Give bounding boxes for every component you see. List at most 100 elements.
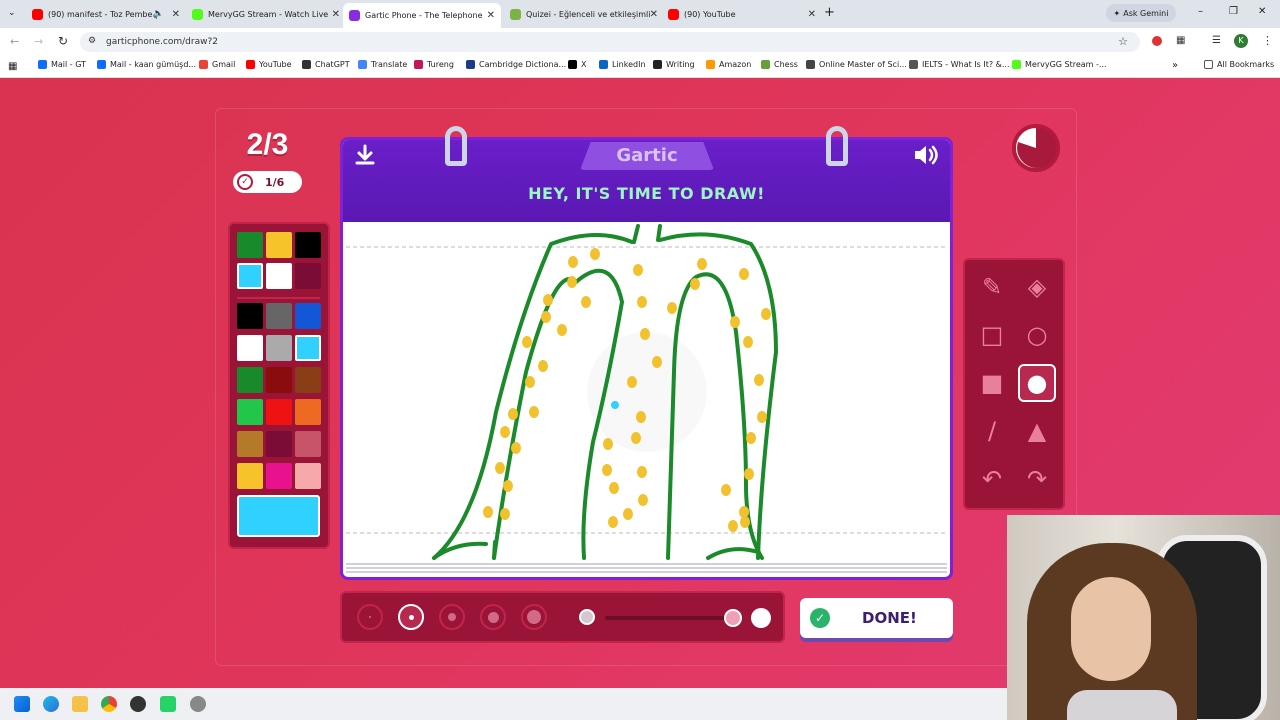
bookmark-11[interactable]: Writing [653,60,695,69]
ellipse-outline-icon[interactable]: ○ [1018,316,1056,354]
reload-icon[interactable]: ↻ [58,34,68,48]
close-tab-5-icon[interactable]: ✕ [808,9,816,20]
color-swatch[interactable] [266,367,292,393]
bookmark-6[interactable]: Translate [358,60,407,69]
color-swatch[interactable] [295,399,321,425]
windows-start-icon[interactable] [14,696,30,712]
close-tab-3-icon[interactable]: ✕ [487,10,495,21]
bookmark-8[interactable]: Cambridge Dictiona... [466,60,566,69]
brush-size-button[interactable] [480,604,506,630]
color-swatch[interactable] [295,232,321,258]
brush-size-button[interactable] [398,604,424,630]
rectangle-fill-icon[interactable]: ■ [973,364,1011,402]
bookmark-15[interactable]: IELTS - What Is It? &... [909,60,1010,69]
close-tab-4-icon[interactable]: ✕ [650,9,658,20]
line-icon[interactable]: ∕ [973,412,1011,450]
bookmark-star-icon[interactable]: ☆ [1118,35,1128,48]
bookmark-10[interactable]: LinkedIn [599,60,646,69]
bookmark-16[interactable]: MervyGG Stream -... [1012,60,1107,69]
chrome-icon[interactable] [101,696,117,712]
tab-2[interactable]: MervyGG Stream - Watch Live ✕ [186,3,346,25]
restore-icon[interactable]: ❐ [1229,6,1238,17]
bookmark-5[interactable]: ChatGPT [302,60,350,69]
close-window-icon[interactable]: ✕ [1258,6,1266,17]
drawing-canvas[interactable] [346,222,947,561]
brush-size-button[interactable] [439,604,465,630]
bookmark-7[interactable]: Tureng [414,60,454,69]
site-info-icon[interactable]: ⚙ [88,36,96,46]
color-swatch[interactable] [295,335,321,361]
ellipse-fill-icon[interactable]: ● [1018,364,1056,402]
back-icon[interactable]: ← [10,35,19,48]
file-explorer-icon[interactable] [72,696,88,712]
color-swatch[interactable] [266,303,292,329]
volume-icon[interactable] [912,143,940,167]
menu-icon[interactable]: ⋮ [1262,34,1273,47]
tab-list-icon[interactable]: ⌄ [8,8,16,18]
color-swatch[interactable] [237,335,263,361]
bookmark-12[interactable]: Amazon [706,60,751,69]
forward-icon[interactable]: → [34,35,43,48]
brush-size-button[interactable] [521,604,547,630]
all-bookmarks-button[interactable]: All Bookmarks [1204,60,1274,69]
bookmark-13[interactable]: Chess [761,60,798,69]
color-swatch[interactable] [266,463,292,489]
done-button[interactable]: ✓ DONE! [800,598,953,638]
more-bookmarks-icon[interactable]: » [1172,60,1178,71]
extension-icon[interactable] [1152,36,1162,46]
url-field[interactable]: ⚙ garticphone.com/draw?2 ☆ [80,32,1140,52]
color-swatch[interactable] [266,232,292,258]
color-swatch[interactable] [295,367,321,393]
ask-gemini-button[interactable]: ✦ Ask Gemini [1106,4,1176,22]
color-swatch[interactable] [237,463,263,489]
color-swatch[interactable] [237,367,263,393]
color-swatch[interactable] [266,399,292,425]
whatsapp-icon[interactable] [160,696,176,712]
color-swatch[interactable] [295,431,321,457]
bucket-icon[interactable]: ▲ [1018,412,1056,450]
color-swatch[interactable] [266,335,292,361]
bookmark-2[interactable]: Mail - kaan gümüşd... [97,60,196,69]
color-swatch[interactable] [237,431,263,457]
bookmark-1[interactable]: Mail - GT [38,60,86,69]
reading-list-icon[interactable]: ☰ [1212,35,1221,46]
edge-icon[interactable] [43,696,59,712]
current-color-preview[interactable] [237,495,320,537]
audio-icon[interactable]: 🔈 [153,9,164,19]
color-swatch[interactable] [295,463,321,489]
color-swatch[interactable] [295,263,321,289]
tab-3[interactable]: Gartic Phone - The Telephone ✕ [343,3,501,28]
eraser-icon[interactable]: ◈ [1018,268,1056,306]
bookmark-4[interactable]: YouTube [246,60,292,69]
bookmark-14[interactable]: Online Master of Sci... [806,60,907,69]
tab-1[interactable]: (90) manifest - Toz Pembe | 🔈 ✕ [26,3,186,25]
color-swatch[interactable] [266,431,292,457]
bookmark-9[interactable]: X [568,60,586,69]
undo-icon[interactable]: ↶ [973,460,1011,498]
color-swatch[interactable] [237,399,263,425]
opacity-slider-thumb[interactable] [724,609,742,627]
settings-icon[interactable] [190,696,206,712]
bookmark-3[interactable]: Gmail [199,60,235,69]
close-tab-2-icon[interactable]: ✕ [332,9,340,20]
redo-icon[interactable]: ↷ [1018,460,1056,498]
pencil-icon[interactable]: ✎ [973,268,1011,306]
download-icon[interactable] [353,143,377,167]
close-tab-1-icon[interactable]: ✕ [172,9,180,20]
color-swatch[interactable] [295,303,321,329]
puzzle-icon[interactable]: ▦ [1176,35,1185,46]
tab-4[interactable]: Quizei - Eğlenceli ve etkileşimli ✕ [504,3,664,25]
tab-5[interactable]: (90) YouTube ✕ [662,3,822,25]
profile-avatar[interactable]: K [1234,34,1248,48]
apps-icon[interactable]: ▦ [8,61,17,72]
chatgpt-app-icon[interactable] [130,696,146,712]
color-swatch[interactable] [237,232,263,258]
color-swatch[interactable] [237,303,263,329]
rectangle-outline-icon[interactable]: □ [973,316,1011,354]
minimize-icon[interactable]: – [1198,6,1203,17]
color-swatch[interactable] [266,263,292,289]
new-tab-icon[interactable]: + [824,5,835,20]
color-swatch[interactable] [237,263,263,289]
opacity-track[interactable] [605,616,735,620]
brush-size-button[interactable] [357,604,383,630]
